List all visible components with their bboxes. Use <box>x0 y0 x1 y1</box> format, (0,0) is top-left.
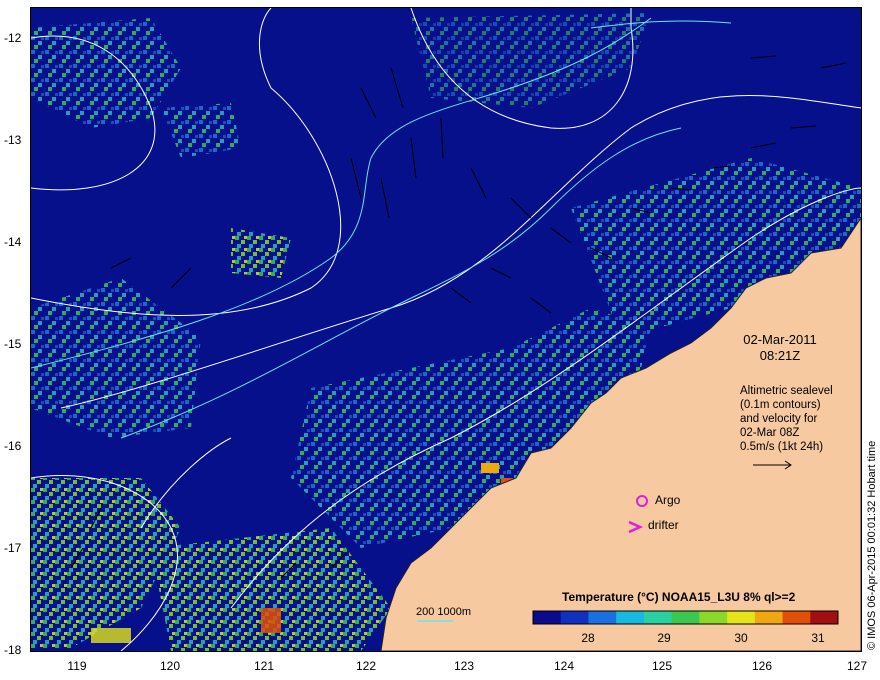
y-label-15: -15 <box>4 337 22 351</box>
x-label-119: 119 <box>67 659 87 673</box>
x-label-127: 127 <box>846 659 868 673</box>
x-label-120: 120 <box>159 659 181 673</box>
x-label-126: 126 <box>751 659 773 673</box>
colorbar-segment <box>810 611 839 624</box>
colorbar-segment <box>727 611 756 624</box>
altimetry-line-4: 02-Mar 08Z <box>740 427 800 439</box>
colorbar-segment <box>754 611 784 624</box>
altimetry-line-5: 0.5m/s (1kt 24h) <box>740 441 824 453</box>
altimetry-line-2: (0.1m contours) <box>740 399 821 411</box>
colorbar-segment <box>699 611 728 624</box>
sst-map <box>30 7 862 652</box>
colorbar-segment <box>643 611 673 624</box>
colorbar-segment <box>560 611 589 624</box>
imos-credit: © IMOS 06-Apr-2015 00:01:32 Hobart time <box>866 440 878 650</box>
isobath-legend-label: 200 1000m <box>416 606 472 618</box>
colorbar-tick-31: 31 <box>811 631 825 645</box>
timestamp-time: 08:21Z <box>759 348 801 363</box>
colorbar-tick-30: 30 <box>734 631 748 645</box>
colorbar-segment <box>671 611 700 624</box>
colorbar-segment <box>616 611 645 624</box>
altimetry-info: Altimetric sealevel (0.1m contours) and … <box>740 384 833 454</box>
y-label-12: -12 <box>4 31 22 45</box>
y-label-14: -14 <box>4 235 22 249</box>
colorbar-tick-28: 28 <box>581 631 595 645</box>
altimetry-line-1: Altimetric sealevel <box>740 385 833 397</box>
colorbar <box>532 610 839 625</box>
x-label-121: 121 <box>253 659 275 673</box>
x-label-123: 123 <box>453 659 475 673</box>
y-label-17: -17 <box>4 541 22 555</box>
colorbar-segment <box>588 611 617 624</box>
x-label-124: 124 <box>553 659 575 673</box>
colorbar-tick-29: 29 <box>657 631 671 645</box>
colorbar-title: Temperature (°C) NOAA15_L3U 8% ql>=2 <box>562 590 796 604</box>
argo-label: Argo <box>655 493 681 507</box>
y-label-13: -13 <box>4 133 22 147</box>
colorbar-segment <box>782 611 811 624</box>
altimetry-line-3: and velocity for <box>740 413 818 425</box>
map-canvas <box>31 8 861 651</box>
y-label-16: -16 <box>4 439 22 453</box>
drifter-label: drifter <box>648 518 679 532</box>
colorbar-segment <box>533 611 562 624</box>
x-label-122: 122 <box>355 659 377 673</box>
timestamp-date: 02-Mar-2011 <box>743 332 817 347</box>
y-label-18: -18 <box>4 643 22 657</box>
x-label-125: 125 <box>651 659 673 673</box>
timestamp-block: 02-Mar-2011 08:21Z <box>720 332 840 364</box>
